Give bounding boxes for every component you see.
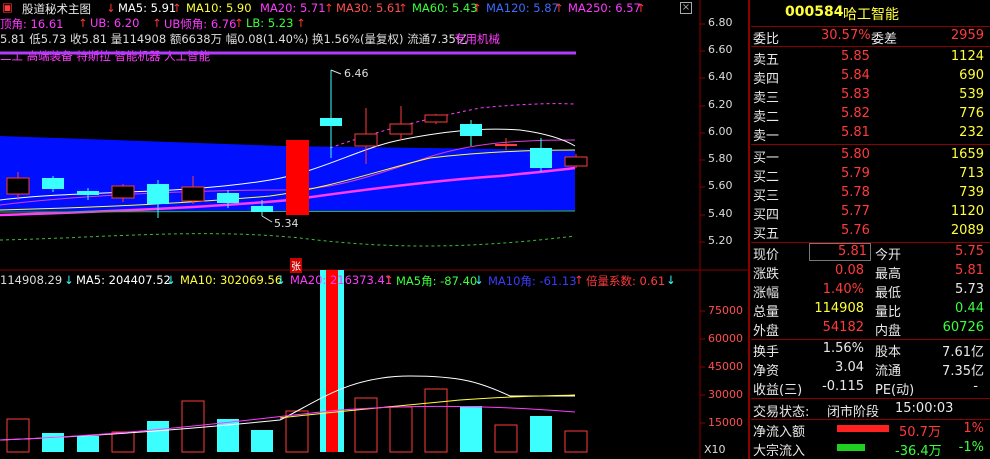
bigflow-label: 大宗流入 (753, 444, 806, 459)
stats-row: 换手 1.56% 股本 7.61亿 (753, 341, 984, 360)
volume-bars (6, 270, 588, 453)
bigflow-row: 大宗流入 -36.4万 -1% (751, 439, 990, 459)
weibi-row: 委比 30.57% 委差 2959 (751, 27, 990, 47)
bigflow-bar (837, 444, 865, 451)
chart-canvas (0, 0, 748, 459)
arrow-icon: ↑ (384, 273, 394, 287)
bigflow-pct: -1% (958, 440, 984, 455)
vol-tick: 60000 (708, 332, 743, 345)
stats-row: 总量 114908 量比 0.44 (753, 301, 984, 320)
stats-row: 现价 5.81 今开 5.75 (753, 243, 984, 263)
status-time: 15:00:03 (895, 401, 954, 416)
panel-divider (748, 0, 750, 459)
current-price: 5.81 (809, 243, 871, 261)
arrow-icon: ↓ (64, 273, 74, 287)
low-label: 5.34 (274, 217, 299, 230)
bigflow-value: -36.4万 (895, 444, 942, 459)
volume-ratio: 倍量系数: 0.61 (586, 274, 666, 288)
status-value: 闭市阶段 (827, 405, 880, 420)
stats-row: 涨跌 0.08 最高 5.81 (753, 263, 984, 282)
arrow-icon: ↓ (166, 273, 176, 287)
bid-row: 买一 5.80 1659 (753, 147, 984, 166)
vol-ma10-angle: MA10角: -61.13 (488, 274, 577, 288)
arrow-icon: ↓ (474, 273, 484, 287)
bid-row: 买五 5.76 2089 (753, 223, 984, 242)
stock-title: 000584 哈工智能 (751, 4, 990, 26)
ask-row: 卖一 5.81 232 (753, 125, 984, 144)
arrow-icon: ↓ (666, 273, 676, 287)
bid-row: 买四 5.77 1120 (753, 204, 984, 223)
chart-area[interactable]: ▣ 股道秘术主图 ↓ MA5: 5.91 ↑ MA10: 5.90 MA20: … (0, 0, 748, 459)
stats-row: 收益(三) -0.115 PE(动) - (753, 379, 978, 398)
vol-unit: X10 (704, 443, 726, 456)
bid-row: 买二 5.79 713 (753, 166, 984, 185)
ask-row: 卖五 5.85 1124 (753, 49, 984, 68)
weibi-label: 委比 (753, 32, 780, 47)
stats-row: 外盘 54182 内盘 60726 (753, 320, 984, 339)
high-label: 6.46 (344, 67, 369, 80)
quote-panel: 000584 哈工智能 委比 30.57% 委差 2959 卖五 5.85 1124… (751, 0, 990, 459)
vol-tick: 30000 (708, 388, 743, 401)
vol-tick: 75000 (708, 304, 743, 317)
bid-row: 买三 5.78 739 (753, 185, 984, 204)
netflow-pct: 1% (963, 421, 984, 436)
netflow-value: 50.7万 (899, 425, 941, 440)
lower-dashed-line (0, 233, 576, 247)
vol-tick: 45000 (708, 360, 743, 373)
status-label: 交易状态: (753, 405, 810, 420)
zhang-badge: 张 (290, 258, 302, 273)
vol-ma20-value: MA20: 216373.41 (290, 273, 393, 287)
vol-tick: 15000 (708, 416, 743, 429)
stats-row: 净资 3.04 流通 7.35亿 (753, 360, 984, 379)
ask-row: 卖二 5.82 776 (753, 106, 984, 125)
weicha-label: 委差 (871, 32, 898, 47)
netflow-row: 净流入额 50.7万 1% (751, 420, 990, 440)
ask-row: 卖三 5.83 539 (753, 87, 984, 106)
weibi-value: 30.57% (821, 28, 871, 43)
arrow-icon: ↑ (574, 273, 584, 287)
vol-ma5-value: MA5: 204407.52 (76, 273, 171, 287)
vol-value: 114908.29 (0, 273, 63, 287)
stock-name: 哈工智能 (843, 7, 899, 23)
netflow-bar (837, 425, 889, 432)
vol-ma10-value: MA10: 302069.56 (180, 273, 283, 287)
stats-row: 涨幅 1.40% 最低 5.73 (753, 282, 984, 301)
arrow-icon: ↓ (276, 273, 286, 287)
ask-row: 卖四 5.84 690 (753, 68, 984, 87)
netflow-label: 净流入额 (753, 425, 806, 440)
vol-ma5-angle: MA5角: -87.40 (396, 274, 478, 288)
volume-header: 114908.29 ↓ MA5: 204407.52 ↓ MA10: 30206… (0, 273, 748, 289)
trade-status-row: 交易状态: 闭市阶段 15:00:03 (751, 400, 990, 420)
stock-code: 000584 (785, 4, 844, 20)
weicha-value: 2959 (950, 28, 984, 43)
